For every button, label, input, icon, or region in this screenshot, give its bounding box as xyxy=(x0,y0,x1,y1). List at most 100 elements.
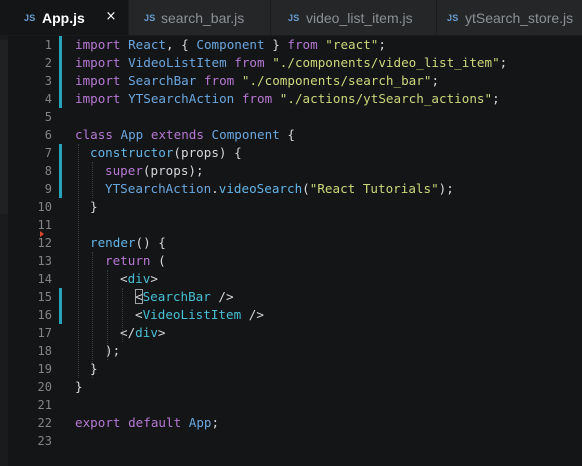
punctuation: } xyxy=(90,199,98,214)
js-file-icon: JS xyxy=(288,12,300,23)
js-file-icon: JS xyxy=(447,12,459,23)
git-modified-marker xyxy=(59,288,62,324)
punctuation: > xyxy=(157,325,166,340)
tab-label: video_list_item.js xyxy=(306,9,413,26)
punctuation: , { xyxy=(166,37,197,52)
code-line-10: } xyxy=(90,198,98,216)
line-number-gutter: 1 2 3 4 5 6 7 8 9 10 11 12 13 14 15 16 1… xyxy=(8,36,52,466)
code-line-16: <VideoListItem /> xyxy=(135,306,264,324)
js-file-icon: JS xyxy=(24,12,36,23)
keyword: from xyxy=(203,73,235,88)
line-number: 13 xyxy=(37,254,52,268)
function-name: render xyxy=(90,235,136,250)
keyword: from xyxy=(241,91,273,106)
punctuation: ; xyxy=(378,37,386,52)
identifier: SearchBar xyxy=(128,73,197,88)
code-line-17: </div> xyxy=(120,324,166,342)
punctuation: ; xyxy=(499,55,508,70)
punctuation: ; xyxy=(431,73,440,88)
js-file-icon: JS xyxy=(144,12,156,23)
punctuation: { xyxy=(279,127,295,142)
tab-ytsearch-store-js[interactable]: JS ytSearch_store.js xyxy=(437,0,582,35)
line-number: 19 xyxy=(37,362,52,376)
punctuation: ; xyxy=(492,91,500,106)
code-line-1: import React, { Component } from "react"… xyxy=(75,36,386,54)
code-editor[interactable]: 1 2 3 4 5 6 7 8 9 10 11 12 13 14 15 16 1… xyxy=(8,36,582,466)
keyword: return xyxy=(105,253,151,268)
keyword: import xyxy=(75,73,121,88)
tab-label: ytSearch_store.js xyxy=(465,9,574,26)
code-line-14: <div> xyxy=(120,270,158,288)
editor-window: JS App.js × JS search_bar.js JS video_li… xyxy=(0,0,582,466)
indent-guide xyxy=(92,162,93,198)
code-line-22: export default App; xyxy=(75,414,219,432)
code-line-13: return ( xyxy=(105,252,166,270)
punctuation: /> xyxy=(210,289,234,304)
line-number: 10 xyxy=(37,200,52,214)
code-line-2: import VideoListItem from "./components/… xyxy=(75,54,507,72)
line-number: 18 xyxy=(37,344,52,358)
code-line-20: } xyxy=(75,378,83,396)
code-line-12: render() { xyxy=(90,234,166,252)
line-number: 14 xyxy=(37,272,52,286)
line-number: 8 xyxy=(44,164,52,178)
punctuation: } xyxy=(90,361,98,376)
identifier: React xyxy=(128,37,167,52)
punctuation: < xyxy=(135,307,143,322)
line-number: 3 xyxy=(44,74,52,88)
keyword: import xyxy=(75,55,121,70)
jsx-tag: SearchBar xyxy=(142,289,211,304)
matched-bracket: < xyxy=(135,289,143,304)
punctuation: ( xyxy=(302,181,310,196)
punctuation: ( xyxy=(150,253,166,268)
function-name: constructor xyxy=(90,145,174,160)
identifier: Component xyxy=(211,127,280,142)
punctuation: /> xyxy=(241,307,264,322)
punctuation: } xyxy=(75,379,83,394)
line-number: 6 xyxy=(44,128,52,142)
jsx-tag: div xyxy=(127,271,151,286)
fold-marker-icon[interactable] xyxy=(40,231,44,237)
sidebar-shade xyxy=(0,40,8,214)
line-number: 9 xyxy=(44,182,52,196)
punctuation: () { xyxy=(135,235,166,250)
code-line-8: super(props); xyxy=(105,162,204,180)
code-line-4: import YTSearchAction from "./actions/yt… xyxy=(75,90,500,108)
keyword: default xyxy=(128,415,182,430)
string: "react" xyxy=(325,37,379,52)
line-number: 5 xyxy=(44,110,52,124)
code-line-18: ); xyxy=(105,342,120,360)
identifier: App xyxy=(120,127,144,142)
string: "./components/video_list_item" xyxy=(272,55,500,70)
tab-search-bar-js[interactable]: JS search_bar.js xyxy=(129,0,271,35)
keyword: from xyxy=(234,55,265,70)
code-line-9: YTSearchAction.videoSearch("React Tutori… xyxy=(105,180,454,198)
line-number: 15 xyxy=(37,290,52,304)
line-number: 23 xyxy=(37,434,52,448)
jsx-tag: div xyxy=(135,325,158,340)
code-line-6: class App extends Component { xyxy=(75,126,295,144)
keyword: from xyxy=(287,37,318,52)
keyword: extends xyxy=(150,127,204,142)
line-number: 17 xyxy=(37,326,52,340)
jsx-tag: VideoListItem xyxy=(142,307,242,322)
punctuation: } xyxy=(264,37,288,52)
punctuation: ); xyxy=(438,181,454,196)
tab-app-js[interactable]: JS App.js × xyxy=(0,0,129,35)
line-number: 2 xyxy=(44,56,52,70)
line-number: 4 xyxy=(44,92,52,106)
string: "./components/search_bar" xyxy=(241,73,432,88)
indent-guide xyxy=(78,144,79,378)
tab-bar: JS App.js × JS search_bar.js JS video_li… xyxy=(0,0,582,36)
code-line-15: <SearchBar /> xyxy=(135,288,234,306)
line-number: 22 xyxy=(37,416,52,430)
punctuation: ; xyxy=(211,415,220,430)
identifier: YTSearchAction xyxy=(105,181,212,196)
punctuation: > xyxy=(150,271,158,286)
punctuation: (props); xyxy=(142,163,204,178)
close-icon[interactable]: × xyxy=(104,10,118,24)
line-number: 16 xyxy=(37,308,52,322)
line-number: 7 xyxy=(44,146,52,160)
tab-video-list-item-js[interactable]: JS video_list_item.js xyxy=(271,0,437,35)
identifier: App xyxy=(188,415,212,430)
